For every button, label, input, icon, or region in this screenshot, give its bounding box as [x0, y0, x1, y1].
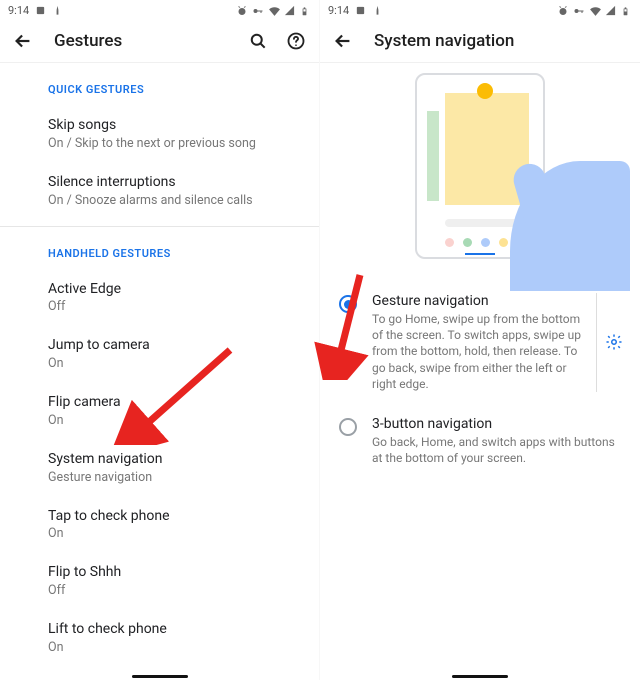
item-subtitle: Off [48, 299, 299, 316]
nav-indicator[interactable] [452, 675, 508, 678]
list-item[interactable]: Tap to check phone On [0, 497, 319, 554]
option-title: 3-button navigation [372, 416, 630, 432]
notification-icon [52, 5, 63, 16]
app-bar: Gestures [0, 20, 319, 62]
option-title: Gesture navigation [372, 293, 594, 309]
battery-icon [300, 5, 311, 16]
app-bar: System navigation [320, 20, 640, 62]
option-desc: To go Home, swipe up from the bottom of … [372, 311, 594, 392]
signal-icon [284, 5, 295, 16]
item-subtitle: On [48, 526, 299, 543]
list-item[interactable]: Flip camera On [0, 383, 319, 440]
gestures-screen: 9:14 Gestures [0, 0, 320, 680]
section-header: Handheld Gestures [0, 227, 319, 270]
notification-icon [35, 5, 46, 16]
item-title: System navigation [48, 450, 299, 469]
battery-icon [621, 5, 632, 16]
item-subtitle: Off [48, 583, 299, 600]
item-subtitle: On / Skip to the next or previous song [48, 136, 299, 153]
page-title: System navigation [374, 31, 514, 51]
page-title: Gestures [54, 31, 122, 51]
item-title: Tap to check phone [48, 507, 299, 526]
clock-text: 9:14 [8, 4, 29, 17]
item-subtitle: On / Snooze alarms and silence calls [48, 193, 299, 210]
back-icon[interactable] [12, 30, 34, 52]
list-item[interactable]: Silence interruptions On / Snooze alarms… [0, 163, 319, 220]
alarm-icon [236, 5, 247, 16]
item-title: Flip to Shhh [48, 563, 299, 582]
status-bar: 9:14 [320, 0, 640, 20]
item-subtitle: On [48, 356, 299, 373]
illustration [320, 63, 640, 281]
signal-icon [605, 5, 616, 16]
list-item[interactable]: Lift to check phone On [0, 610, 319, 667]
key-icon [573, 5, 584, 16]
search-icon[interactable] [247, 30, 269, 52]
list-item[interactable]: Prevent ringing On (vibrate) [0, 667, 319, 680]
gear-icon[interactable] [603, 331, 625, 353]
system-navigation-screen: 9:14 System navigation [320, 0, 640, 680]
item-title: Silence interruptions [48, 173, 299, 192]
section-header: Quick Gestures [0, 63, 319, 106]
list-item[interactable]: Jump to camera On [0, 326, 319, 383]
item-subtitle: On [48, 413, 299, 430]
notification-icon [372, 5, 383, 16]
nav-indicator[interactable] [132, 675, 188, 678]
item-subtitle: Gesture navigation [48, 470, 299, 487]
list-item-system-navigation[interactable]: System navigation Gesture navigation [0, 440, 319, 497]
radio-icon[interactable] [339, 295, 357, 313]
key-icon [252, 5, 263, 16]
nav-options-list: Gesture navigation To go Home, swipe up … [320, 281, 640, 478]
radio-icon[interactable] [339, 418, 357, 436]
help-icon[interactable] [285, 30, 307, 52]
option-3-button-navigation[interactable]: 3-button navigation Go back, Home, and s… [320, 404, 640, 478]
alarm-icon [557, 5, 568, 16]
list-item[interactable]: Active Edge Off [0, 270, 319, 327]
status-bar: 9:14 [0, 0, 319, 20]
list-item[interactable]: Skip songs On / Skip to the next or prev… [0, 106, 319, 163]
item-title: Skip songs [48, 116, 299, 135]
option-desc: Go back, Home, and switch apps with butt… [372, 434, 630, 466]
clock-text: 9:14 [328, 4, 349, 17]
notification-icon [355, 5, 366, 16]
wifi-icon [589, 5, 600, 16]
settings-list[interactable]: Quick Gestures Skip songs On / Skip to t… [0, 63, 319, 680]
item-title: Jump to camera [48, 336, 299, 355]
item-title: Active Edge [48, 280, 299, 299]
item-title: Flip camera [48, 393, 299, 412]
item-subtitle: On [48, 640, 299, 657]
item-title: Lift to check phone [48, 620, 299, 639]
list-item[interactable]: Flip to Shhh Off [0, 553, 319, 610]
back-icon[interactable] [332, 30, 354, 52]
wifi-icon [268, 5, 279, 16]
option-gesture-navigation[interactable]: Gesture navigation To go Home, swipe up … [320, 281, 640, 404]
